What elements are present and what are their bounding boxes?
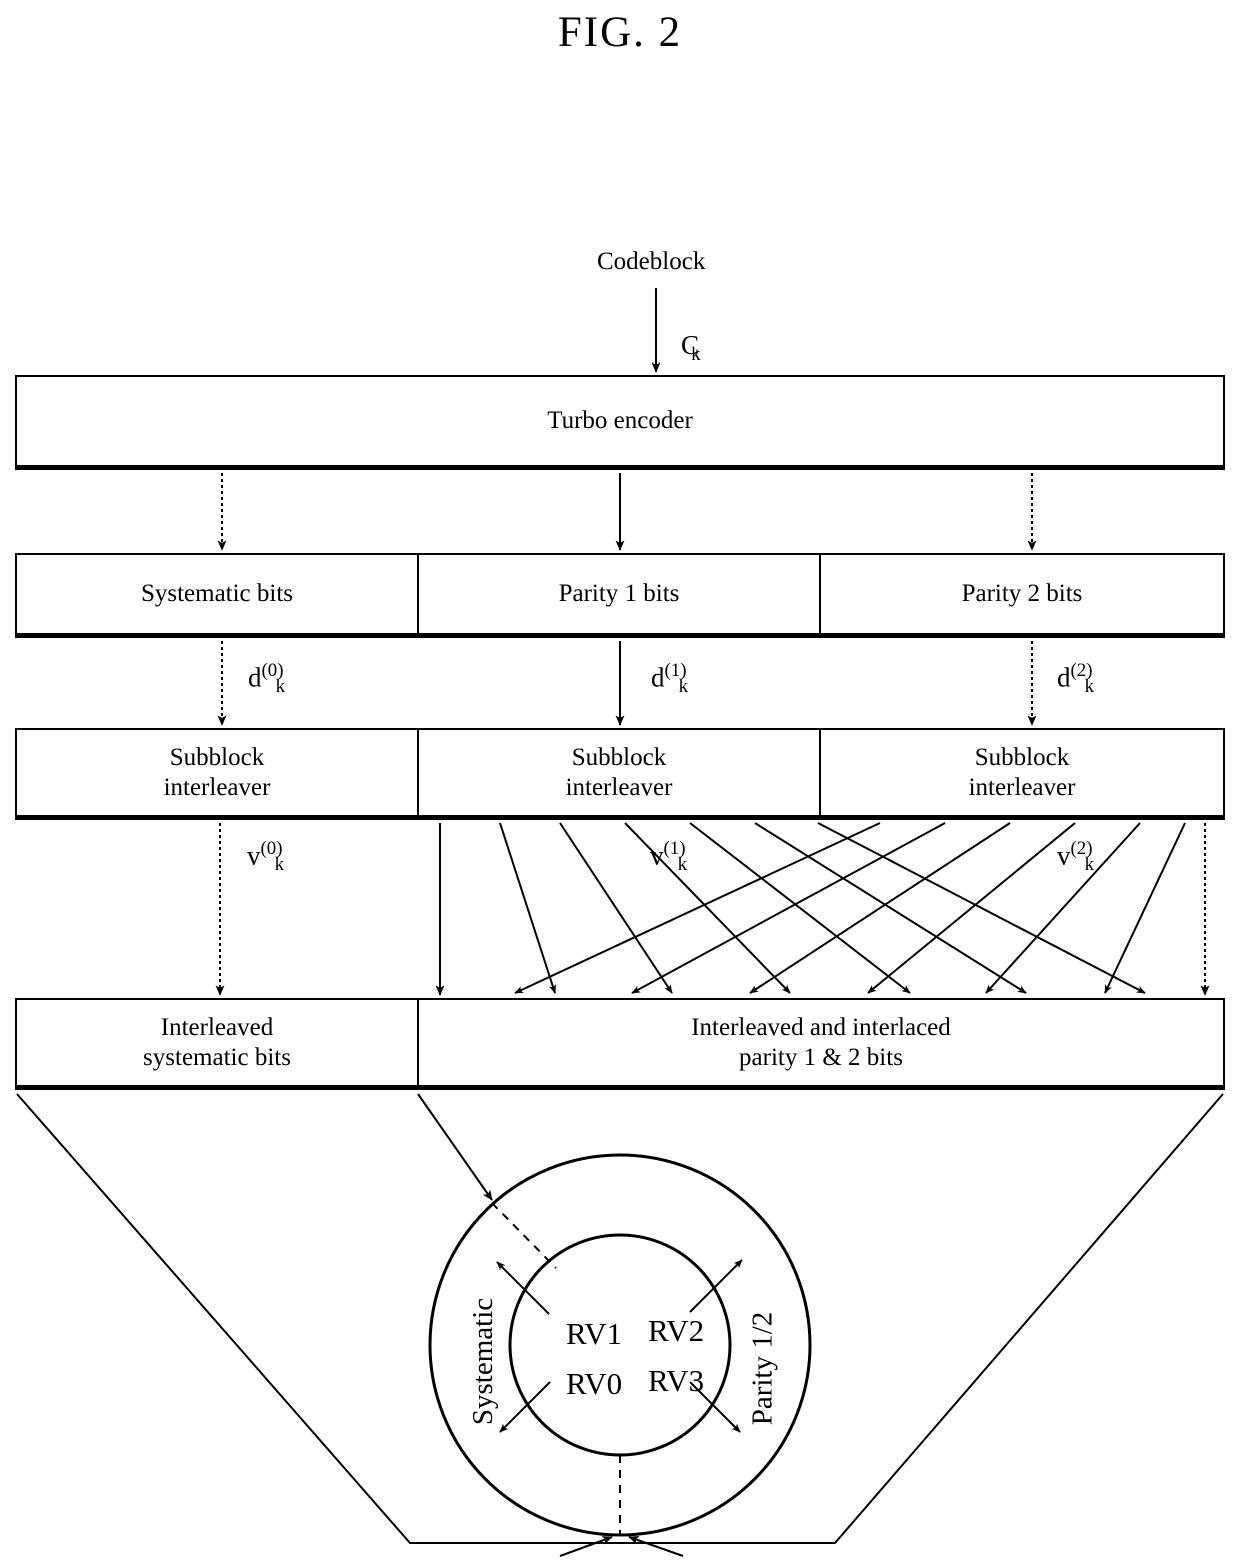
interlace-line-p2-a (514, 822, 881, 994)
rv1-start-arrow (496, 1261, 550, 1315)
dk0-sub: k (275, 676, 286, 698)
figure-canvas: FIG. 2 Codeblock Ck Turbo encoder System… (0, 0, 1240, 1564)
parity2-bits-label: Parity 2 bits (961, 580, 1083, 608)
parity1-bits-cell: Parity 1 bits (419, 555, 821, 633)
subblock-interleaver-1: Subblock interleaver (419, 730, 821, 815)
rv1-label: RV1 (566, 1316, 623, 1351)
signal-label-dk0: d(0)k (248, 660, 285, 698)
dk1-sub: k (678, 676, 689, 698)
bits-row: Systematic bits Parity 1 bits Parity 2 b… (15, 553, 1225, 638)
subblock-interleaver-2: Subblock interleaver (821, 730, 1223, 815)
rv3-label: RV3 (648, 1363, 705, 1398)
interleaver-row: Subblock interleaver Subblock interleave… (15, 728, 1225, 820)
dk1-base: d (651, 662, 665, 693)
rv2-label: RV2 (648, 1313, 705, 1348)
interlace-line-p1-a (499, 822, 557, 994)
figure-title: FIG. 2 (557, 9, 683, 56)
signal-label-vk2: v(2)k (1057, 838, 1094, 876)
turbo-encoder-box: Turbo encoder (15, 375, 1225, 470)
subblock-interleaver-1-line2: interleaver (565, 773, 673, 801)
rv0-label: RV0 (566, 1366, 623, 1401)
callout-arrow-to-buffer (417, 1093, 493, 1201)
buffer-divider-upper (491, 1202, 557, 1269)
rv2-start-arrow (689, 1259, 743, 1313)
signal-sub: k (691, 344, 701, 366)
circular-buffer-parity-label: Parity 1/2 (746, 1311, 779, 1426)
interlace-line-p2-c (749, 822, 1011, 994)
signal-label-ck: Ck (681, 330, 701, 366)
vk0-base: v (247, 840, 261, 871)
subblock-interleaver-2-line2: interleaver (968, 773, 1076, 801)
buffer-bottom-arrow-right (628, 1535, 684, 1557)
turbo-encoder-label: Turbo encoder (547, 407, 693, 435)
dk0-base: d (248, 662, 262, 693)
interlace-line-p1-f (817, 822, 1146, 994)
vk2-sub: k (1084, 854, 1095, 876)
vk2-base: v (1057, 840, 1071, 871)
circular-buffer-systematic-label: Systematic (467, 1297, 500, 1426)
codeblock-label: Codeblock (597, 248, 706, 275)
signal-label-vk0: v(0)k (247, 838, 284, 876)
dk2-sub: k (1084, 676, 1095, 698)
vk0-sub: k (274, 854, 285, 876)
buffer-bottom-arrow-left (559, 1536, 613, 1557)
signal-label-vk1: v(1)k (650, 838, 687, 876)
subblock-interleaver-0: Subblock interleaver (17, 730, 419, 815)
vk1-base: v (650, 840, 664, 871)
interlace-line-p2-f (1104, 822, 1186, 994)
interleaved-systematic-line2: systematic bits (143, 1043, 291, 1071)
subblock-interleaver-1-line1: Subblock (571, 744, 667, 771)
parity1-bits-label: Parity 1 bits (558, 580, 680, 608)
subblock-interleaver-2-line1: Subblock (974, 744, 1070, 771)
subblock-interleaver-0-line2: interleaver (163, 773, 271, 801)
interlace-line-p1-d (689, 822, 911, 994)
rv0-start-arrow (499, 1381, 551, 1433)
vk1-sub: k (677, 854, 688, 876)
interleaved-parity-line1: Interleaved and interlaced (691, 1014, 951, 1041)
dk2-base: d (1057, 662, 1071, 693)
signal-label-dk2: d(2)k (1057, 660, 1094, 698)
interleaved-systematic-cell: Interleaved systematic bits (17, 1000, 419, 1085)
signal-label-dk1: d(1)k (651, 660, 688, 698)
interleaved-parity-line2: parity 1 & 2 bits (739, 1043, 903, 1071)
interlace-line-p1-e (754, 822, 1027, 994)
subblock-interleaver-0-line1: Subblock (169, 744, 265, 771)
output-row: Interleaved systematic bits Interleaved … (15, 998, 1225, 1090)
interleaved-parity-cell: Interleaved and interlaced parity 1 & 2 … (419, 1000, 1223, 1085)
interlace-line-p2-d (867, 822, 1076, 994)
interleaved-systematic-line1: Interleaved (160, 1014, 274, 1041)
systematic-bits-cell: Systematic bits (17, 555, 419, 633)
parity2-bits-cell: Parity 2 bits (821, 555, 1223, 633)
systematic-bits-label: Systematic bits (140, 580, 294, 608)
